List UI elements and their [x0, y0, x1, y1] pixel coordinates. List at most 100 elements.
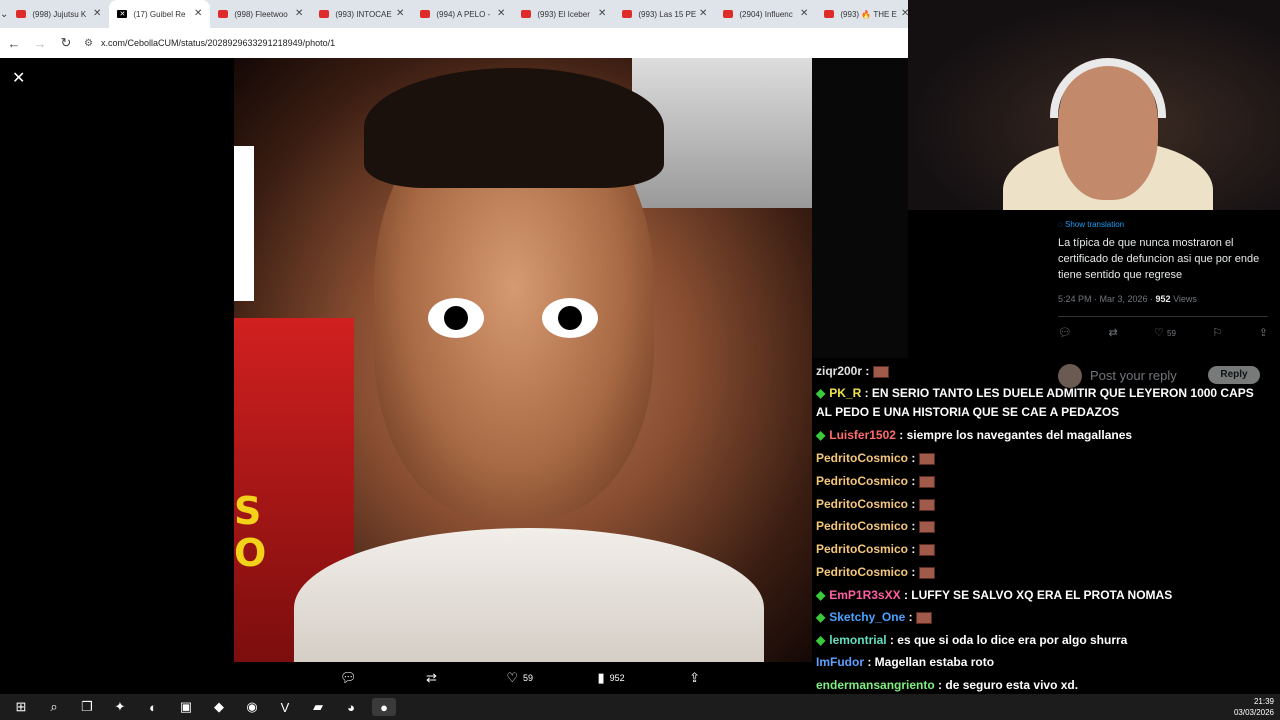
tab-close-icon[interactable]: ✕: [93, 8, 101, 19]
tab-title: (993) Las 15 PE: [638, 9, 697, 19]
like-button[interactable]: ♡ 59: [1154, 326, 1176, 339]
reply-icon[interactable]: 💬︎: [1058, 326, 1072, 339]
chat-emote-icon: [872, 365, 889, 378]
chat-emote-icon: [918, 566, 935, 579]
tweet-timestamp: 5:24 PM · Mar 3, 2026 ·: [1058, 294, 1156, 304]
photo-white-panel: [234, 146, 254, 301]
chat-username[interactable]: endermansangriento: [816, 678, 935, 692]
tab-title: (998) Fleetwoo: [234, 9, 288, 19]
browser-tab[interactable]: (993) 🔥 THE E ✕: [816, 0, 917, 28]
chat-username[interactable]: lemontrial: [829, 633, 886, 647]
back-arrow-icon[interactable]: ←: [2, 36, 26, 51]
chat-username[interactable]: Sketchy_One: [829, 610, 905, 624]
tab-search-icon[interactable]: ⌄: [0, 0, 8, 28]
discord-icon[interactable]: ◕: [339, 698, 363, 716]
chat-message: ◆ Sketchy_One :: [816, 608, 1272, 627]
views-count: 952: [609, 673, 625, 683]
tab-close-icon[interactable]: ✕: [396, 8, 404, 19]
tweet-text: La típica de que nunca mostraron el cert…: [1058, 237, 1260, 281]
browser-tab[interactable]: (2904) Influenc ✕: [715, 0, 816, 28]
tab-close-icon[interactable]: ✕: [194, 8, 202, 19]
task-view-icon[interactable]: ❐: [75, 698, 99, 716]
chat-username[interactable]: PedritoCosmico: [816, 497, 908, 511]
tab-close-icon[interactable]: ✕: [598, 8, 606, 19]
stream-chat-overlay: ziqr200r : ◆ PK_R : EN SERIO TANTO LES DU…: [812, 362, 1280, 696]
chat-username[interactable]: ziqr200r: [816, 364, 862, 378]
clock-time: 21:39: [1253, 697, 1274, 706]
tab-close-icon[interactable]: ✕: [497, 8, 505, 19]
chat-username[interactable]: PedritoCosmico: [816, 565, 908, 579]
browser-tab[interactable]: (998) Jujutsu K ✕: [8, 0, 109, 28]
edge-icon[interactable]: ◐: [141, 698, 165, 716]
bookmark-icon[interactable]: ⚐: [1212, 326, 1222, 339]
chat-username[interactable]: Luisfer1502: [829, 428, 896, 442]
browser-tab[interactable]: (993) El Iceber ✕: [513, 0, 614, 28]
store-icon[interactable]: ▣: [174, 698, 198, 716]
photo-right-eye: [542, 298, 598, 338]
search-icon[interactable]: ⌕: [42, 698, 66, 716]
chat-emote-icon: [918, 520, 935, 533]
copilot-icon[interactable]: ✦: [108, 698, 132, 716]
views-button[interactable]: ▮ 952: [597, 670, 624, 686]
tab-close-icon[interactable]: ✕: [800, 8, 808, 19]
youtube-icon: [218, 10, 229, 18]
repost-button[interactable]: ⇄: [426, 670, 442, 686]
browser-tab[interactable]: ✕ (17) Guibel Re ✕: [109, 0, 211, 28]
like-button[interactable]: ♡ 59: [506, 670, 533, 686]
browser-tab[interactable]: (994) A PELO - ✕: [412, 0, 513, 28]
browser-tab[interactable]: (993) Las 15 PE ✕: [614, 0, 715, 28]
youtube-icon: [521, 10, 532, 18]
share-button[interactable]: ⇪: [689, 670, 700, 686]
x-sidebar-dimmed: [812, 58, 908, 358]
site-settings-icon[interactable]: ⚙: [84, 38, 93, 49]
chat-username[interactable]: PK_R: [829, 386, 861, 400]
address-bar[interactable]: ⚙ x.com/CebollaCUM/status/20289296332912…: [84, 32, 884, 54]
browser-tab[interactable]: (998) Fleetwoo ✕: [210, 0, 311, 28]
windows-taskbar: ⊞ ⌕ ❐ ✦ ◐ ▣ ◆ ◉ V ▰ ◕ ● 21:39 03/03/2026: [0, 694, 1280, 720]
chat-username[interactable]: EmP1R3sXX: [829, 588, 900, 602]
chat-text: Magellan estaba roto: [874, 655, 995, 669]
reply-button[interactable]: 💬︎: [340, 670, 362, 686]
chat-separator: :: [908, 565, 919, 579]
tweet-views-label: Views: [1170, 294, 1197, 304]
tab-title: (17) Guibel Re: [133, 9, 186, 19]
tab-close-icon[interactable]: ✕: [699, 8, 707, 19]
chat-message: ◆ lemontrial : es que si oda lo dice era …: [816, 631, 1272, 650]
subscriber-badge-icon: ◆: [816, 428, 826, 442]
share-icon[interactable]: ⇪: [1259, 326, 1268, 339]
chat-message: PedritoCosmico :: [816, 517, 1272, 536]
reload-icon[interactable]: ↻: [54, 35, 78, 51]
tab-close-icon[interactable]: ✕: [295, 8, 303, 19]
browser-toolbar: ← → ↻ ⚙ x.com/CebollaCUM/status/20289296…: [0, 28, 908, 58]
show-translation-link[interactable]: ◌ Show translation: [1058, 220, 1124, 229]
system-clock[interactable]: 21:39 03/03/2026: [1234, 696, 1274, 718]
windows-start-icon[interactable]: ⊞: [9, 698, 33, 716]
vegas-icon[interactable]: V: [273, 698, 297, 716]
subscriber-badge-icon: ◆: [816, 588, 826, 602]
browser-tab[interactable]: (993) INTOCAE ✕: [311, 0, 412, 28]
forward-arrow-icon[interactable]: →: [28, 36, 52, 51]
show-translation-label: Show translation: [1064, 220, 1125, 229]
chat-username[interactable]: PedritoCosmico: [816, 474, 908, 488]
tab-title: (993) INTOCAE: [335, 9, 392, 19]
chat-username[interactable]: PedritoCosmico: [816, 519, 908, 533]
close-icon[interactable]: ✕: [12, 68, 25, 88]
obs-icon[interactable]: ●: [372, 698, 396, 716]
tab-title: (994) A PELO -: [436, 9, 491, 19]
chat-separator: :: [908, 497, 919, 511]
chat-separator: :: [895, 428, 907, 442]
streamer-webcam: [908, 0, 1280, 210]
settings-app-icon[interactable]: ◆: [207, 698, 231, 716]
tweet-photo[interactable]: S O: [234, 58, 812, 662]
file-explorer-icon[interactable]: ▰: [306, 698, 330, 716]
chat-separator: :: [908, 542, 919, 556]
repost-icon[interactable]: ⇄: [1108, 326, 1117, 339]
chrome-icon[interactable]: ◉: [240, 698, 264, 716]
url-text: x.com/CebollaCUM/status/2028929633291218…: [100, 38, 336, 48]
chat-username[interactable]: ImFudor: [816, 655, 864, 669]
chat-username[interactable]: PedritoCosmico: [816, 451, 908, 465]
chat-separator: :: [900, 588, 912, 602]
heart-icon: ♡: [506, 670, 518, 685]
youtube-icon: [16, 10, 27, 18]
chat-username[interactable]: PedritoCosmico: [816, 542, 908, 556]
